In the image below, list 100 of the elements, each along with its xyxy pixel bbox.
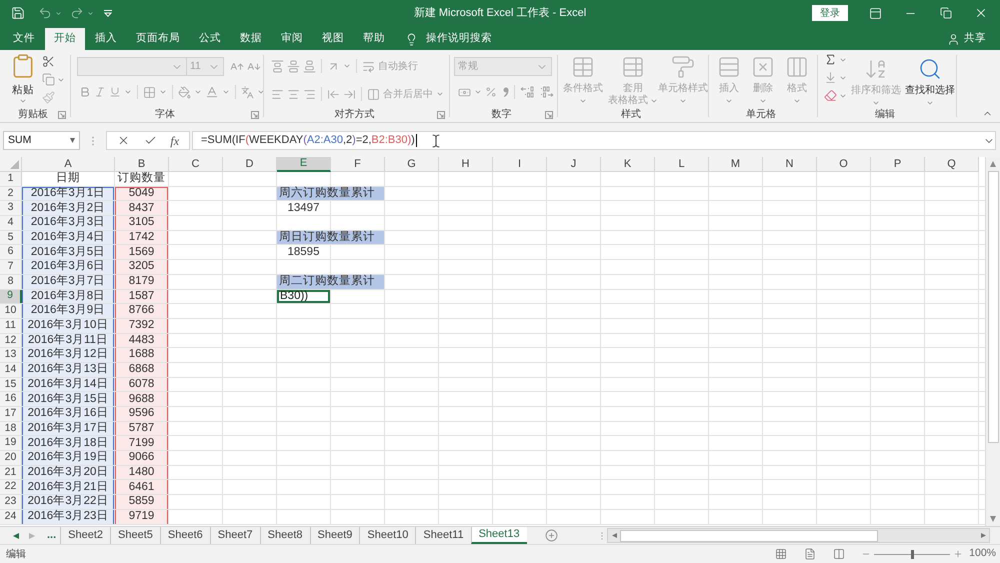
row-header[interactable]: 4 xyxy=(0,216,22,230)
ribbon-tab[interactable]: 插入 xyxy=(86,28,126,50)
row-header[interactable]: 24 xyxy=(0,510,22,524)
row-header[interactable]: 11 xyxy=(0,318,22,333)
align-center-icon[interactable] xyxy=(287,88,300,100)
column-header[interactable]: H xyxy=(439,157,493,172)
percent-icon[interactable] xyxy=(485,86,497,98)
column-header[interactable]: B xyxy=(115,157,169,172)
increase-decimal-icon[interactable] xyxy=(520,86,535,98)
person-icon[interactable] xyxy=(947,32,960,46)
sign-in-button[interactable]: 登录 xyxy=(812,5,848,21)
align-left-icon[interactable] xyxy=(271,88,284,100)
bold-icon[interactable] xyxy=(79,86,91,98)
paint-bucket-icon[interactable] xyxy=(178,86,191,98)
row-header[interactable]: 17 xyxy=(0,407,22,421)
align-bottom-icon[interactable] xyxy=(303,60,316,72)
column-header[interactable]: K xyxy=(601,157,655,172)
column-header[interactable]: E xyxy=(277,157,331,172)
arrow-right-bar-icon[interactable] xyxy=(343,88,356,100)
two-columns-icon[interactable] xyxy=(833,548,846,560)
grid-icon[interactable] xyxy=(143,86,156,98)
save-icon[interactable] xyxy=(11,6,25,20)
row-header[interactable]: 16 xyxy=(0,392,22,406)
caret-icon[interactable] xyxy=(222,88,230,96)
comma-icon[interactable] xyxy=(503,87,509,97)
ribbon-tab[interactable]: 视图 xyxy=(313,28,353,50)
column-header[interactable]: C xyxy=(169,157,223,172)
ribbon-tab[interactable]: 公式 xyxy=(190,28,230,50)
caret-icon[interactable] xyxy=(159,88,167,96)
copy-icon[interactable] xyxy=(42,73,55,86)
scroll-down-icon[interactable] xyxy=(990,516,996,522)
caret-icon[interactable] xyxy=(343,62,351,70)
dialog-launcher-icon[interactable] xyxy=(251,110,259,118)
column-header[interactable]: I xyxy=(493,157,547,172)
horizontal-scrollbar[interactable] xyxy=(607,528,990,543)
find-select-button[interactable]: 查找和选择 xyxy=(904,53,956,107)
menu-caret-icon[interactable] xyxy=(104,10,112,16)
row-header[interactable]: 18 xyxy=(0,422,22,436)
paste-button[interactable]: 粘贴 xyxy=(8,53,38,105)
row-header[interactable]: 10 xyxy=(0,304,22,318)
ribbon-tab[interactable]: 页面布局 xyxy=(127,28,189,50)
row-header[interactable]: 5 xyxy=(0,230,22,244)
ribbon-tab[interactable]: 数据 xyxy=(231,28,271,50)
dialog-launcher-icon[interactable] xyxy=(437,110,445,118)
row-header[interactable]: 7 xyxy=(0,260,22,274)
caret-icon[interactable] xyxy=(19,97,27,105)
grid-view-icon[interactable] xyxy=(775,548,788,560)
caret-icon[interactable] xyxy=(55,10,62,16)
slider-thumb[interactable] xyxy=(911,550,914,558)
ribbon-tab[interactable]: 文件 xyxy=(4,28,44,50)
column-header[interactable]: D xyxy=(223,157,277,172)
caret-icon[interactable] xyxy=(87,10,94,16)
decrease-decimal-icon[interactable] xyxy=(540,86,555,98)
redo-icon[interactable] xyxy=(70,6,84,20)
arrow-down-bar-icon[interactable] xyxy=(824,71,837,84)
zoom-in-icon[interactable] xyxy=(953,549,964,559)
search-icon[interactable] xyxy=(918,57,942,81)
zoom-slider[interactable] xyxy=(874,550,950,558)
row-header[interactable]: 13 xyxy=(0,348,22,362)
restore-icon[interactable] xyxy=(940,7,952,19)
column-header[interactable]: L xyxy=(655,157,709,172)
share-button[interactable]: 共享 xyxy=(947,28,986,50)
column-header[interactable]: O xyxy=(817,157,871,172)
caret-icon[interactable] xyxy=(124,88,132,96)
lightbulb-icon[interactable] xyxy=(405,32,418,46)
ribbon-tab[interactable]: 开始 xyxy=(45,28,85,50)
add-sheet-icon[interactable] xyxy=(544,529,558,542)
formula-field[interactable]: =SUM(IF(WEEKDAY(A2:A30,2)=2,B2:B30)) xyxy=(192,131,996,150)
scrollbar-thumb[interactable] xyxy=(620,530,878,542)
row-header[interactable]: 8 xyxy=(0,274,22,288)
caret-icon[interactable] xyxy=(194,88,202,96)
text-color-icon[interactable] xyxy=(205,85,219,99)
sheet-tab[interactable]: Sheet13 xyxy=(470,527,527,544)
vertical-scrollbar[interactable] xyxy=(985,157,1000,526)
scroll-right-icon[interactable] xyxy=(980,533,986,538)
row-header[interactable]: 15 xyxy=(0,378,22,392)
column-header[interactable]: P xyxy=(871,157,925,172)
next-sheet-icon[interactable] xyxy=(29,532,35,538)
dialog-launcher-icon[interactable] xyxy=(545,110,553,118)
column-header[interactable]: Q xyxy=(925,157,979,172)
previous-sheet-icon[interactable] xyxy=(13,532,19,538)
panel-icon[interactable] xyxy=(869,6,882,20)
column-header[interactable]: N xyxy=(763,157,817,172)
align-middle-icon[interactable] xyxy=(287,60,300,72)
caret-icon[interactable] xyxy=(926,99,934,107)
italic-icon[interactable] xyxy=(94,86,106,98)
underline-icon[interactable] xyxy=(109,86,121,98)
ribbon-tab[interactable]: 帮助 xyxy=(354,28,394,50)
column-header[interactable]: G xyxy=(385,157,439,172)
ribbon-tab[interactable]: 审阅 xyxy=(272,28,312,50)
caret-icon[interactable] xyxy=(474,88,482,96)
zoom-level[interactable]: 100% xyxy=(969,546,996,562)
eraser-icon[interactable] xyxy=(824,89,837,102)
scissors-icon[interactable] xyxy=(42,55,55,68)
name-box[interactable]: SUM xyxy=(3,131,80,150)
column-header[interactable]: M xyxy=(709,157,763,172)
column-header[interactable]: A xyxy=(22,157,115,172)
column-header[interactable]: J xyxy=(547,157,601,172)
paintbrush-icon[interactable] xyxy=(42,91,55,104)
more-sheets-button[interactable]: ... xyxy=(43,527,60,544)
